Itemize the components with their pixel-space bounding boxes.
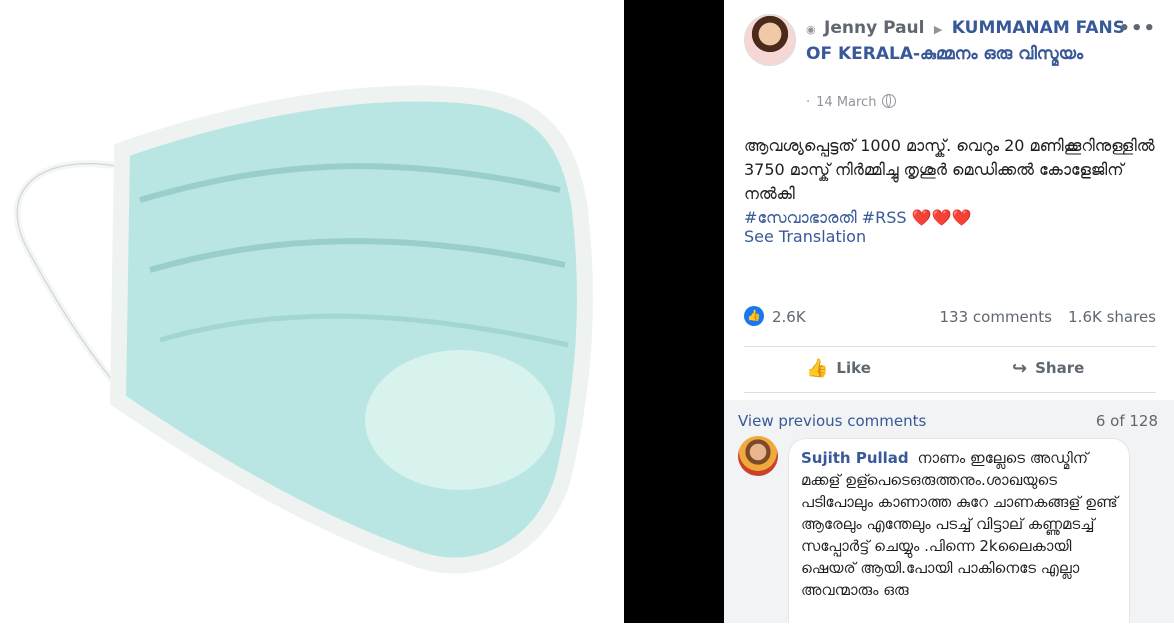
reactions-row: 👍 2.6K 133 comments 1.6K shares xyxy=(744,306,1156,330)
globe-icon xyxy=(882,94,897,108)
like-button[interactable]: 👍 Like xyxy=(806,358,871,382)
thumbs-up-icon: 👍 xyxy=(806,358,829,379)
surgical-mask-image xyxy=(13,85,593,574)
hearts-emoji: ❤️❤️❤️ xyxy=(911,208,972,227)
author-avatar[interactable] xyxy=(744,14,796,66)
post-body: ആവശ്യപ്പെട്ടത് 1000 മാസ്ക്. വെറും 20 മണി… xyxy=(744,136,1155,203)
commenter-name[interactable]: Sujith Pullad xyxy=(801,449,909,467)
mask-highlight xyxy=(365,350,555,490)
eye-icon: ◉ xyxy=(806,23,816,36)
divider xyxy=(744,392,1156,393)
see-translation-link[interactable]: See Translation xyxy=(744,227,866,246)
comments-pager: 6 of 128 xyxy=(1095,412,1158,430)
separator: · xyxy=(806,95,811,110)
divider xyxy=(744,346,1156,347)
like-reaction-icon[interactable]: 👍 xyxy=(744,306,764,326)
arrow-right-icon: ▶ xyxy=(933,23,943,36)
post-meta: · 14 March xyxy=(806,94,897,110)
share-label: Share xyxy=(1035,359,1085,377)
view-previous-comments-link[interactable]: View previous comments xyxy=(738,412,926,430)
like-label: Like xyxy=(836,359,871,377)
comment-text: നാണം ഇല്ലേടെ അഡ്മിന് മക്കള് ഉള്പെടെഒരുത്… xyxy=(801,449,1118,599)
more-options-icon[interactable]: ••• xyxy=(1118,18,1156,39)
post-text: ആവശ്യപ്പെട്ടത് 1000 മാസ്ക്. വെറും 20 മണി… xyxy=(744,134,1164,230)
hashtag-rss[interactable]: #RSS xyxy=(862,208,907,227)
post-panel: ◉ Jenny Paul ▶ KUMMANAM FANS OF KERALA-ക… xyxy=(724,0,1174,623)
comment-bubble: Sujith Pullad നാണം ഇല്ലേടെ അഡ്മിന് മക്കള… xyxy=(788,438,1130,623)
share-arrow-icon: ↪ xyxy=(1012,358,1028,379)
hashtag-sevabharathi[interactable]: #സേവാഭാരതി xyxy=(744,208,857,227)
share-button[interactable]: ↪ Share xyxy=(1012,358,1084,382)
post-date[interactable]: 14 March xyxy=(816,95,876,110)
like-count[interactable]: 2.6K xyxy=(772,308,806,326)
author-name[interactable]: Jenny Paul xyxy=(824,18,924,38)
comments-count[interactable]: 133 comments xyxy=(940,308,1052,326)
post-photo[interactable] xyxy=(0,0,624,623)
comments-section: View previous comments 6 of 128 Sujith P… xyxy=(724,400,1174,623)
photo-viewer-gutter xyxy=(624,0,724,623)
shares-count[interactable]: 1.6K shares xyxy=(1068,308,1156,326)
post-header: ◉ Jenny Paul ▶ KUMMANAM FANS OF KERALA-ക… xyxy=(806,16,1136,67)
commenter-avatar[interactable] xyxy=(738,436,778,476)
